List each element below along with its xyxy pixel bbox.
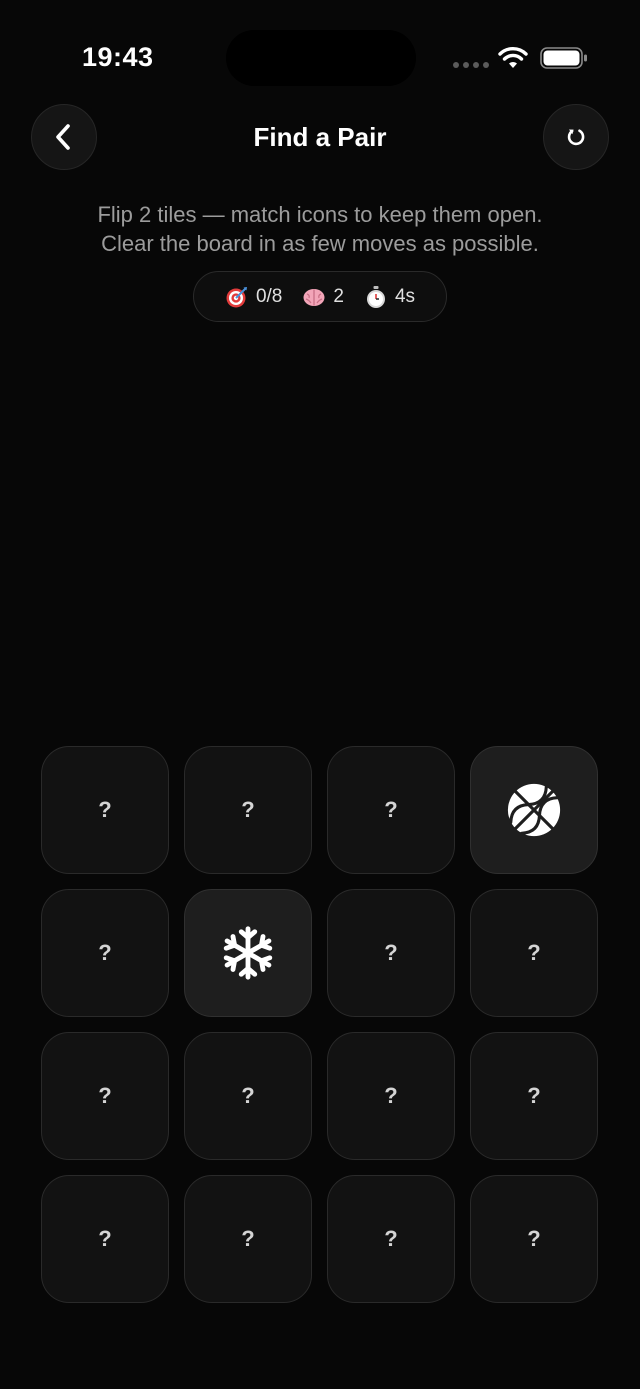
tile-hidden[interactable]: ? xyxy=(470,1032,598,1160)
stopwatch-icon xyxy=(366,285,385,308)
hidden-tile-label: ? xyxy=(241,1226,255,1251)
tile-hidden[interactable]: ? xyxy=(184,1175,312,1303)
instructions-line-2: Clear the board in as few moves as possi… xyxy=(101,231,539,256)
hidden-tile-label: ? xyxy=(98,797,112,822)
game-board: ??? ? ??? ? ? ? ? ? ? ? xyxy=(41,746,599,1304)
hidden-tile-label: ? xyxy=(98,1083,112,1108)
tile-hidden[interactable]: ? xyxy=(41,889,169,1017)
tile-hidden[interactable]: ? xyxy=(327,1032,455,1160)
battery-icon xyxy=(540,47,587,69)
time-value: 4s xyxy=(394,285,416,307)
tile-hidden[interactable]: ? xyxy=(41,746,169,874)
instructions-line-1: Flip 2 tiles — match icons to keep them … xyxy=(97,202,543,227)
pairs-stat: 0/8 xyxy=(225,285,282,309)
dynamic-island xyxy=(226,30,416,86)
hidden-tile-label: ? xyxy=(527,940,541,965)
hidden-tile-label: ? xyxy=(241,797,255,822)
tile-hidden[interactable]: ? xyxy=(470,889,598,1017)
brain-icon xyxy=(303,288,325,306)
pairs-value: 0/8 xyxy=(255,285,283,307)
hidden-tile-label: ? xyxy=(527,1226,541,1251)
hidden-tile-label: ? xyxy=(384,1226,398,1251)
hidden-tile-label: ? xyxy=(241,1083,255,1108)
hidden-tile-label: ? xyxy=(384,940,398,965)
instructions: Flip 2 tiles — match icons to keep them … xyxy=(0,200,640,258)
cellular-signal-icon xyxy=(453,62,489,68)
tile-hidden[interactable]: ? xyxy=(470,1175,598,1303)
tile-hidden[interactable]: ? xyxy=(184,1032,312,1160)
tile-hidden[interactable]: ? xyxy=(327,1175,455,1303)
tile-hidden[interactable]: ? xyxy=(327,746,455,874)
tile-hidden[interactable]: ? xyxy=(41,1032,169,1160)
tile-open[interactable] xyxy=(470,746,598,874)
wifi-icon xyxy=(498,47,528,68)
moves-stat: 2 xyxy=(302,285,344,309)
hidden-tile-label: ? xyxy=(384,797,398,822)
hidden-tile-label: ? xyxy=(98,1226,112,1251)
target-icon xyxy=(226,286,247,307)
tile-open[interactable] xyxy=(184,889,312,1017)
time-stat: 4s xyxy=(364,285,415,309)
basketball-icon xyxy=(507,783,561,837)
hidden-tile-label: ? xyxy=(527,1083,541,1108)
hidden-tile-label: ? xyxy=(384,1083,398,1108)
restart-button[interactable] xyxy=(543,104,609,170)
tile-hidden[interactable]: ? xyxy=(184,746,312,874)
stats-pill: 0/8 2 4s xyxy=(193,271,447,322)
restart-icon xyxy=(567,129,585,146)
status-time: 19:43 xyxy=(82,42,154,72)
tile-hidden[interactable]: ? xyxy=(327,889,455,1017)
tile-hidden[interactable]: ? xyxy=(41,1175,169,1303)
hidden-tile-label: ? xyxy=(98,940,112,965)
snowflake-icon xyxy=(223,926,273,980)
status-bar: 19:43 xyxy=(0,0,640,110)
game-screen: 19:43 Find a Pair Flip 2 tiles — match i… xyxy=(0,0,640,1389)
moves-value: 2 xyxy=(333,285,344,307)
